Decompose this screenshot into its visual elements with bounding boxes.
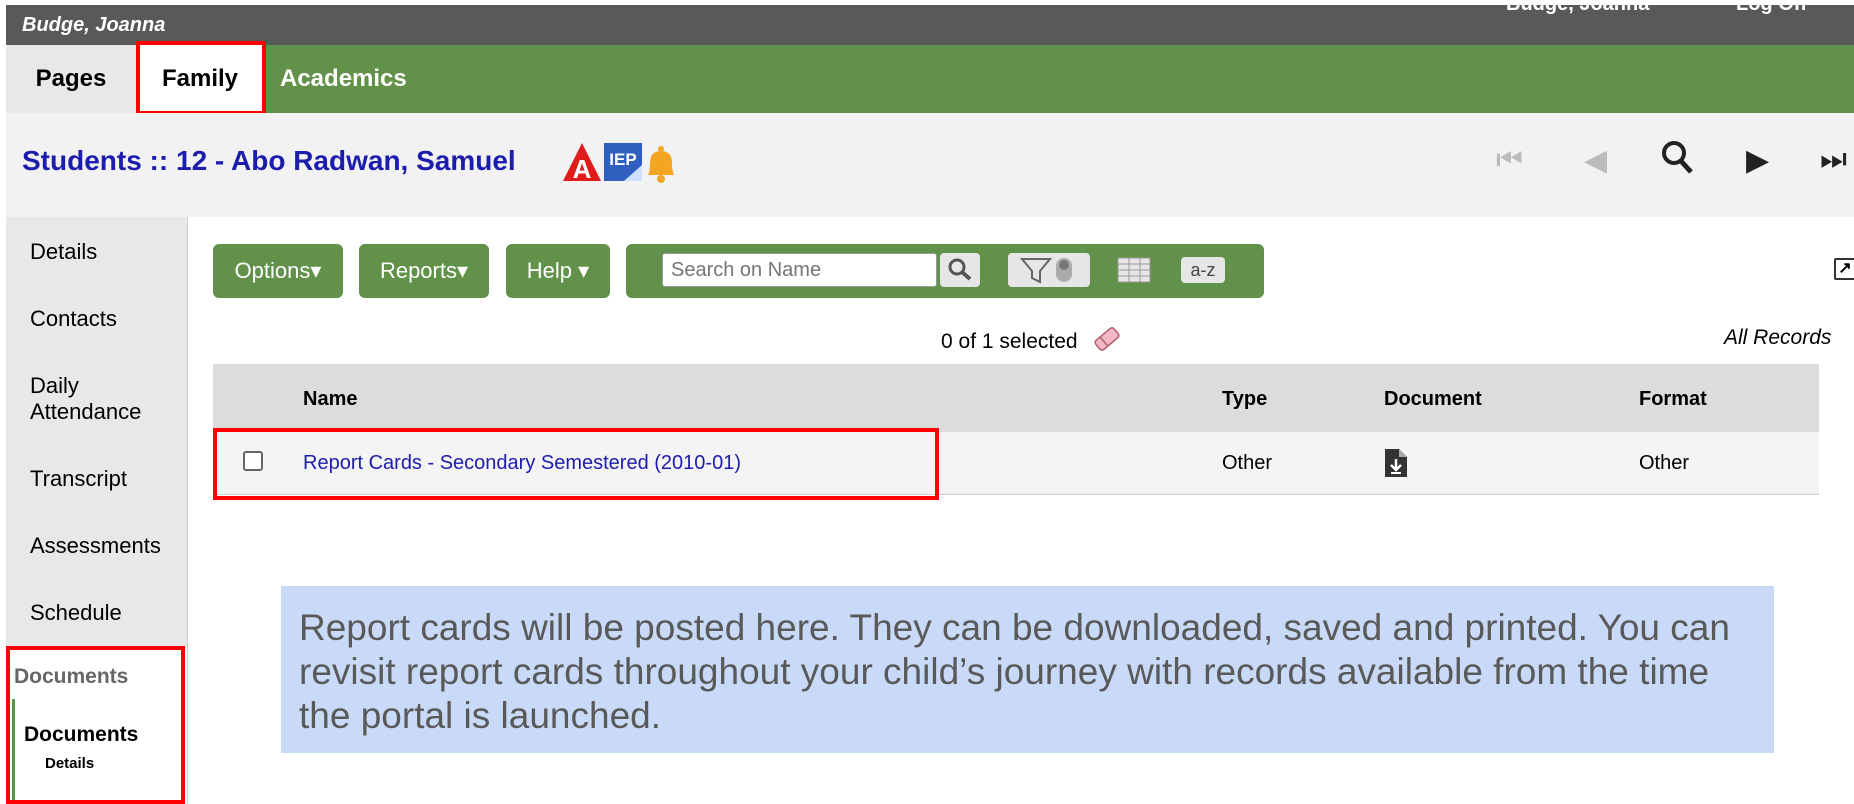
next-record-icon[interactable]: ▶ [1746, 143, 1769, 178]
search-input[interactable] [662, 253, 937, 287]
first-record-icon[interactable]: ⏮ [1496, 143, 1523, 177]
document-format: Other [1639, 452, 1690, 474]
reports-button[interactable]: Reports▾ [359, 244, 489, 298]
sidebar-item-daily-attendance[interactable]: Daily Attendance [30, 373, 160, 425]
column-name[interactable]: Name [303, 388, 357, 411]
student-name: 12 - Abo Radwan, Samuel [176, 145, 516, 176]
tab-pages[interactable]: Pages [6, 45, 136, 113]
highlight-family-tab [136, 41, 266, 115]
top-bar: Budge, Joanna Budge, Joanna Log Off [6, 0, 1854, 45]
main-nav: Pages Family Academics [6, 45, 1854, 113]
eraser-icon[interactable] [1091, 326, 1123, 352]
title-separator: :: [141, 145, 176, 176]
search-button[interactable] [940, 253, 980, 287]
column-format[interactable]: Format [1639, 388, 1707, 411]
search-record-icon[interactable] [1660, 139, 1694, 183]
records-filter-label[interactable]: All Records [1724, 326, 1831, 350]
filter-icon[interactable] [1008, 253, 1090, 287]
highlight-documents-menu [6, 646, 185, 804]
previous-record-icon[interactable]: ◀ [1584, 143, 1607, 178]
bell-icon[interactable] [648, 146, 674, 183]
tab-academics[interactable]: Academics [264, 45, 440, 113]
columns-grid-icon[interactable] [1114, 253, 1154, 287]
page-header: Students :: 12 - Abo Radwan, Samuel A IE… [6, 113, 1854, 217]
sidebar-item-schedule[interactable]: Schedule [30, 600, 122, 626]
title-prefix: Students [22, 145, 142, 176]
selection-count: 0 of 1 selected [941, 326, 1123, 354]
table-header: Name Type Document Format [213, 364, 1819, 432]
iep-label: IEP [609, 150, 636, 169]
current-user: Budge, Joanna [22, 14, 166, 36]
sidebar-item-details[interactable]: Details [30, 239, 97, 265]
sidebar-item-transcript[interactable]: Transcript [30, 466, 127, 492]
page-title: Students :: 12 - Abo Radwan, Samuel [22, 145, 516, 177]
student-alert-icons: A IEP [562, 141, 702, 184]
help-button[interactable]: Help ▾ [506, 244, 610, 298]
column-document[interactable]: Document [1384, 388, 1482, 411]
search-toolbar: a-z [626, 244, 1264, 298]
document-download-icon[interactable] [1384, 448, 1408, 484]
options-button[interactable]: Options▾ [213, 244, 343, 298]
callout-text: Report cards will be posted here. They c… [299, 607, 1730, 736]
instruction-callout: Report cards will be posted here. They c… [281, 586, 1774, 753]
highlight-report-card-row [213, 428, 939, 500]
app-frame: Budge, Joanna Budge, Joanna Log Off Page… [6, 0, 1854, 804]
user-menu[interactable]: Budge, Joanna [1506, 0, 1649, 16]
selection-text: 0 of 1 selected [941, 330, 1078, 353]
sort-az-button[interactable]: a-z [1181, 257, 1225, 283]
iep-icon[interactable]: IEP [604, 143, 642, 181]
sidebar-item-contacts[interactable]: Contacts [30, 306, 117, 332]
svg-text:A: A [573, 154, 592, 184]
last-record-icon[interactable]: ⏭ [1820, 143, 1847, 177]
column-type[interactable]: Type [1222, 388, 1267, 411]
alert-icon[interactable]: A [563, 143, 601, 184]
document-type: Other [1222, 452, 1273, 474]
expand-icon[interactable]: ↗ [1834, 258, 1854, 280]
logoff-link[interactable]: Log Off [1736, 0, 1807, 16]
sidebar-item-assessments[interactable]: Assessments [30, 533, 161, 559]
